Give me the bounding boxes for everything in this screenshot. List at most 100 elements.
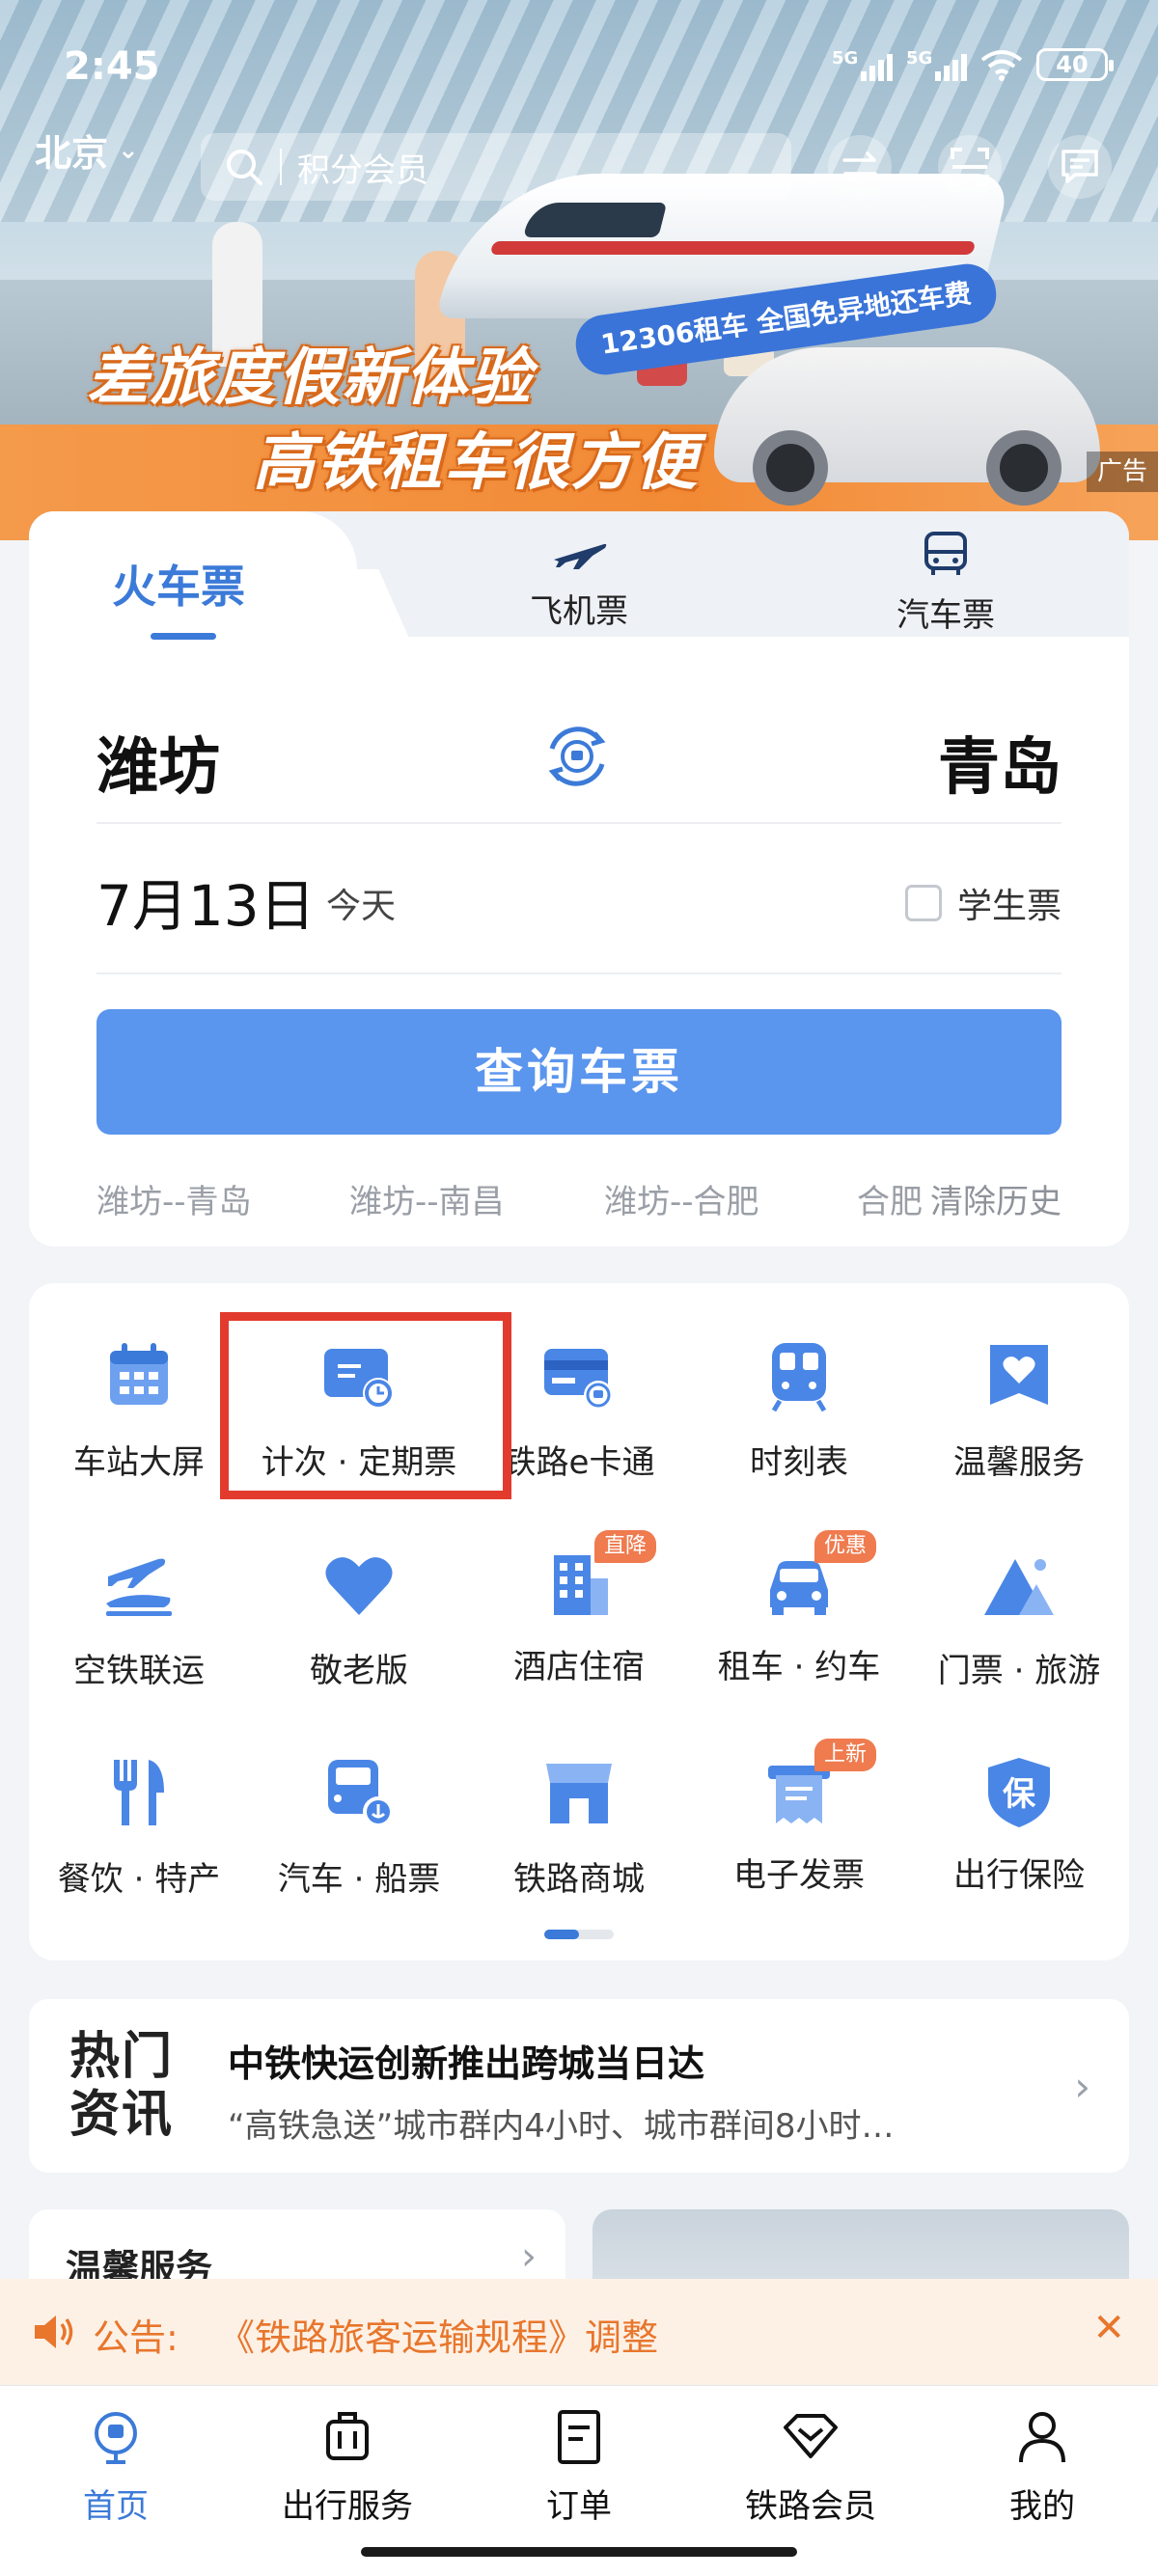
- service-senior-mode[interactable]: 敬老版: [249, 1546, 469, 1691]
- service-label: 出行保险: [953, 1856, 1085, 1895]
- service-station-screen[interactable]: 车站大屏: [29, 1337, 249, 1483]
- city-selector[interactable]: 北京 ⌄: [35, 123, 139, 177]
- tab-active-indicator: [151, 633, 216, 640]
- banner-headline-2: 高铁租车很方便: [253, 427, 699, 499]
- query-tickets-button[interactable]: 查询车票: [96, 1009, 1062, 1135]
- insurance-icon-wrap: 保: [980, 1754, 1058, 1831]
- tab-flight-label: 飞机票: [530, 592, 628, 631]
- student-ticket-checkbox[interactable]: [904, 885, 942, 921]
- tab-bus-label: 汽车票: [896, 596, 995, 635]
- home-indicator[interactable]: [361, 2547, 797, 2557]
- service-label: 门票 · 旅游: [937, 1652, 1101, 1690]
- service-car-rental[interactable]: 优惠 租车 · 约车: [689, 1530, 909, 1687]
- message-button[interactable]: [1048, 135, 1112, 199]
- nav-orders[interactable]: 订单: [482, 2408, 676, 2527]
- service-label: 电子发票: [733, 1856, 865, 1895]
- notice-text: 《铁路旅客运输规程》调整: [218, 2316, 659, 2359]
- service-label: 租车 · 约车: [717, 1648, 881, 1686]
- history-item[interactable]: 潍坊--合肥: [604, 1175, 759, 1222]
- order-icon: [558, 2410, 600, 2464]
- service-hotel[interactable]: 直降 酒店住宿: [469, 1530, 689, 1687]
- service-dining[interactable]: 餐饮 · 特产: [29, 1754, 249, 1900]
- nav-label: 首页: [83, 2487, 149, 2526]
- service-travel-insurance[interactable]: 保 出行保险: [909, 1754, 1129, 1896]
- student-ticket-toggle[interactable]: 学生票: [904, 878, 1062, 928]
- service-label: 餐饮 · 特产: [57, 1860, 221, 1899]
- service-label: 汽车 · 船票: [277, 1860, 441, 1899]
- schedule-train-icon: [771, 1343, 827, 1412]
- service-label: 时刻表: [750, 1443, 848, 1482]
- service-label: 车站大屏: [73, 1443, 205, 1482]
- departure-station[interactable]: 潍坊: [96, 718, 220, 807]
- scan-icon: [951, 148, 989, 186]
- promo-badge: 优惠: [813, 1530, 876, 1563]
- search-input[interactable]: 积分会员: [201, 133, 791, 201]
- highlight-annotation-box: [220, 1312, 511, 1499]
- nav-label: 出行服务: [282, 2487, 413, 2526]
- notice-bar[interactable]: 公告: 《铁路旅客运输规程》调整 ✕: [0, 2279, 1158, 2385]
- travel-date[interactable]: 7月13日: [96, 861, 316, 942]
- history-item[interactable]: 潍坊--青岛: [96, 1175, 252, 1222]
- promo-banner[interactable]: 12306租车 全国免异地还车费 差旅度假新体验 高铁租车很方便 广告: [0, 0, 1158, 540]
- service-timetable[interactable]: 时刻表: [689, 1337, 909, 1483]
- service-e-invoice[interactable]: 上新 电子发票: [689, 1739, 909, 1896]
- swap-stations-icon[interactable]: [540, 720, 614, 793]
- search-placeholder: 积分会员: [297, 151, 428, 190]
- discount-badge: 直降: [593, 1530, 656, 1563]
- banner-headline-1: 差旅度假新体验: [87, 343, 533, 414]
- hot-news-logo: 热门 资讯: [69, 2028, 174, 2144]
- status-time: 2:45: [64, 44, 160, 89]
- divider: [96, 822, 1062, 824]
- city-label: 北京: [35, 132, 109, 175]
- profile-icon: [1019, 2412, 1065, 2463]
- chevron-right-icon: ›: [1074, 2063, 1090, 2110]
- chevron-right-icon: ›: [521, 2234, 537, 2279]
- search-divider: [280, 149, 282, 185]
- student-ticket-label: 学生票: [956, 887, 1062, 926]
- service-tickets-travel[interactable]: 门票 · 旅游: [909, 1546, 1129, 1691]
- service-rail-mall[interactable]: 铁路商城: [469, 1754, 689, 1900]
- luggage-icon: [326, 2412, 369, 2460]
- tab-flight-ticket[interactable]: 飞机票: [482, 531, 676, 632]
- scan-button[interactable]: [938, 135, 1002, 199]
- clear-history-button[interactable]: 清除历史: [923, 1175, 1062, 1222]
- close-icon[interactable]: ✕: [1092, 2306, 1125, 2350]
- nav-home[interactable]: 首页: [19, 2408, 212, 2527]
- nav-label: 铁路会员: [745, 2487, 876, 2526]
- arrival-station[interactable]: 青岛: [938, 718, 1062, 807]
- history-item[interactable]: 潍坊--南昌: [349, 1175, 505, 1222]
- hot-news-logo-line: 热门: [69, 2028, 175, 2086]
- tab-train-ticket-label[interactable]: 火车票: [112, 552, 245, 616]
- wifi-icon: [980, 50, 1023, 81]
- nav-label: 订单: [546, 2487, 612, 2526]
- battery-icon: 40: [1036, 48, 1114, 81]
- nav-label: 我的: [1009, 2487, 1075, 2526]
- nav-rail-member[interactable]: 铁路会员: [714, 2408, 907, 2527]
- pager-active-dot: [544, 1930, 579, 1939]
- tab-bus-ticket[interactable]: 汽车票: [849, 531, 1042, 636]
- nav-travel-services[interactable]: 出行服务: [251, 2408, 444, 2527]
- switch-icon-button[interactable]: [828, 135, 892, 199]
- divider: [96, 973, 1062, 974]
- shop-icon: [546, 1764, 612, 1823]
- service-label: 敬老版: [310, 1652, 408, 1690]
- invoice-icon-wrap: 上新: [760, 1739, 876, 1831]
- service-warm-service[interactable]: 温馨服务: [909, 1337, 1129, 1483]
- hot-news-card[interactable]: 热门 资讯 中铁快运创新推出跨城当日达 “高铁急送”城市群内4小时、城市群间8小…: [29, 1999, 1129, 2173]
- home-rail-icon: [95, 2412, 137, 2464]
- mountain-icon: [984, 1559, 1054, 1615]
- rental-car-image: [714, 347, 1100, 506]
- hotel-icon-wrap: 直降: [540, 1530, 656, 1623]
- service-label: 温馨服务: [953, 1443, 1085, 1482]
- service-air-rail[interactable]: 空铁联运: [29, 1546, 249, 1691]
- nav-profile[interactable]: 我的: [946, 2408, 1139, 2527]
- service-bus-ship[interactable]: 汽车 · 船票: [249, 1754, 469, 1900]
- heart-service-icon: [990, 1345, 1048, 1405]
- new-badge: 上新: [813, 1739, 876, 1771]
- news-subtitle: “高铁急送”城市群内4小时、城市群间8小时…: [228, 2107, 895, 2146]
- notice-label: 公告:: [93, 2316, 179, 2359]
- airplane-icon: [554, 543, 607, 569]
- search-icon: [227, 150, 262, 185]
- history-item[interactable]: 合肥: [857, 1175, 923, 1222]
- dining-icon: [114, 1760, 164, 1825]
